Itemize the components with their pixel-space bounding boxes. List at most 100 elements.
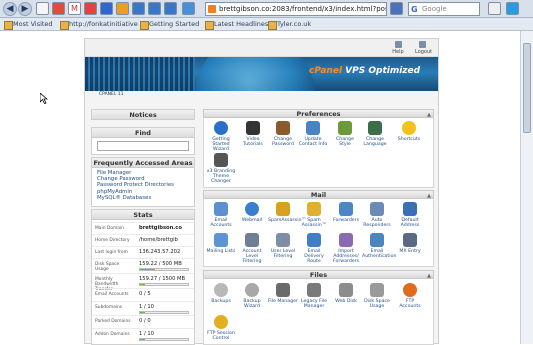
file-manager-link[interactable]: File Manager	[268, 283, 298, 304]
ftp-session-icon	[214, 315, 228, 329]
update-contact-info-link[interactable]: Update Contact Info	[298, 121, 328, 147]
forwarders-link[interactable]: Forwarders	[331, 202, 361, 223]
stats-box: Stats Main Domain brettgibson.co Home Dir…	[91, 209, 195, 345]
shortcuts-link[interactable]: Shortcuts	[394, 121, 424, 142]
webmail-link[interactable]: Webmail	[237, 202, 267, 223]
search-input[interactable]: G Google	[408, 2, 480, 16]
tab-icon[interactable]	[148, 2, 161, 15]
responder-icon	[370, 202, 384, 216]
cpanel-logo: cPanel VPS Optimized	[309, 66, 421, 76]
home-icon[interactable]	[488, 2, 501, 15]
gmail-icon[interactable]: M	[68, 2, 81, 15]
mx-icon	[403, 233, 417, 247]
email-delivery-route-link[interactable]: Email Delivery Route	[299, 233, 329, 264]
disk-usage-bar	[139, 268, 189, 271]
bookmark-most-visited[interactable]: Most Visited	[4, 19, 53, 30]
password-icon	[276, 121, 290, 135]
tab-icon[interactable]	[52, 2, 65, 15]
theme-icon	[214, 153, 228, 167]
scrollbar-thumb[interactable]	[523, 43, 531, 133]
ftp-accounts-link[interactable]: FTP Accounts	[395, 283, 425, 309]
spam-assassin-link[interactable]: Spam Assassin™	[299, 202, 329, 228]
files-panel: Backups Backup Wizard File Manager Legac…	[203, 279, 434, 345]
video-tutorials-link[interactable]: Video Tutorials	[238, 121, 268, 147]
find-box: Find	[91, 127, 195, 155]
find-input[interactable]	[97, 141, 189, 151]
backup-wizard-link[interactable]: Backup Wizard	[237, 283, 267, 309]
tab-icon[interactable]	[116, 2, 129, 15]
web-disk-icon	[339, 283, 353, 297]
mail-header[interactable]: Mail ▲	[203, 190, 434, 199]
language-icon	[368, 121, 382, 135]
vertical-scrollbar[interactable]	[520, 31, 533, 344]
getting-started-wizard-link[interactable]: Getting Started Wizard	[206, 121, 236, 152]
logout-icon	[418, 41, 426, 48]
back-icon[interactable]: ◀	[3, 2, 17, 16]
cpanel-banner: cPanel VPS Optimized	[85, 57, 438, 91]
webmail-icon	[245, 202, 259, 216]
web-disk-link[interactable]: Web Disk	[331, 283, 361, 304]
email-authentication-link[interactable]: Email Authentication	[362, 233, 396, 259]
help-link[interactable]: Help	[391, 41, 405, 55]
account-level-filtering-link[interactable]: Account Level Filtering	[237, 233, 267, 264]
frequent-box: Frequently Accessed Areas File Manager C…	[91, 157, 195, 207]
import-addresses-link[interactable]: Import Addresses/ Forwarders	[331, 233, 361, 264]
ftp-session-control-link[interactable]: FTP Session Control	[206, 315, 236, 341]
mailing-lists-link[interactable]: Mailing Lists	[206, 233, 236, 254]
stat-row: Main Domain brettgibson.co	[92, 222, 194, 233]
stat-row: Addon Domains 1 / 10	[92, 328, 194, 344]
forward-icon[interactable]: ▶	[18, 2, 32, 16]
star-icon	[402, 121, 416, 135]
change-password-link[interactable]: Change Password	[268, 121, 298, 147]
frequent-title: Frequently Accessed Areas	[92, 158, 194, 168]
file-manager-icon	[276, 283, 290, 297]
email-accounts-link[interactable]: Email Accounts	[206, 202, 236, 228]
tab-icon[interactable]	[84, 2, 97, 15]
backups-link[interactable]: Backups	[206, 283, 236, 304]
frequent-link-mysql[interactable]: MySQL® Databases	[92, 195, 194, 201]
tab-icon[interactable]	[182, 2, 195, 15]
theme-changer-link[interactable]: x3 Branding Theme Changer	[206, 153, 236, 184]
help-icon	[394, 41, 402, 48]
route-icon	[307, 233, 321, 247]
spam-icon	[276, 202, 290, 216]
default-address-link[interactable]: Default Address	[395, 202, 425, 228]
bookmark-item[interactable]: http://fonkatinitiative	[60, 19, 138, 30]
disk-space-usage-link[interactable]: Disk Space Usage	[362, 283, 392, 309]
contact-icon	[306, 121, 320, 135]
auto-responders-link[interactable]: Auto Responders	[362, 202, 392, 228]
tab-icon[interactable]	[100, 2, 113, 15]
files-header[interactable]: Files ▲	[203, 270, 434, 279]
stat-row: Monthly Bandwidth Transfer 159.27 / 1500 …	[92, 273, 194, 292]
envelope-icon	[214, 202, 228, 216]
bookmark-item[interactable]: Tyler.co.uk	[268, 19, 311, 30]
bookmark-latest-headlines[interactable]: Latest Headlines	[205, 19, 268, 30]
cpanel-topbar: Help Logout	[85, 39, 438, 57]
legacy-file-manager-link[interactable]: Legacy File Manager	[299, 283, 329, 309]
preferences-header[interactable]: Preferences ▲	[203, 109, 434, 118]
mx-entry-link[interactable]: MX Entry	[395, 233, 425, 254]
bookmark-getting-started[interactable]: Getting Started	[140, 19, 199, 30]
cables-graphic	[85, 57, 195, 91]
import-icon	[339, 233, 353, 247]
filter-icon	[276, 233, 290, 247]
tab-icon[interactable]	[132, 2, 145, 15]
find-title: Find	[92, 128, 194, 138]
backup-wizard-icon	[245, 283, 259, 297]
stat-row: Last login from 136.243.57.202	[92, 246, 194, 257]
facebook-icon[interactable]	[390, 2, 403, 15]
bookmark-icon[interactable]	[36, 2, 49, 15]
stat-row: Email Accounts 0 / 5	[92, 288, 194, 299]
change-style-link[interactable]: Change Style	[330, 121, 360, 147]
change-language-link[interactable]: Change Language	[360, 121, 390, 147]
share-icon[interactable]	[506, 2, 519, 15]
addon-domains-bar	[139, 338, 189, 341]
list-icon	[214, 233, 228, 247]
authentication-icon	[370, 233, 384, 247]
tab-icon[interactable]	[164, 2, 177, 15]
user-level-filtering-link[interactable]: User Level Filtering	[268, 233, 298, 259]
spamassassin-link[interactable]: SpamAssassin™	[268, 202, 306, 223]
backup-icon	[214, 283, 228, 297]
url-field[interactable]: brettgibson.co:2083/frontend/x3/index.ht…	[205, 2, 387, 16]
logout-link[interactable]: Logout	[415, 41, 432, 55]
